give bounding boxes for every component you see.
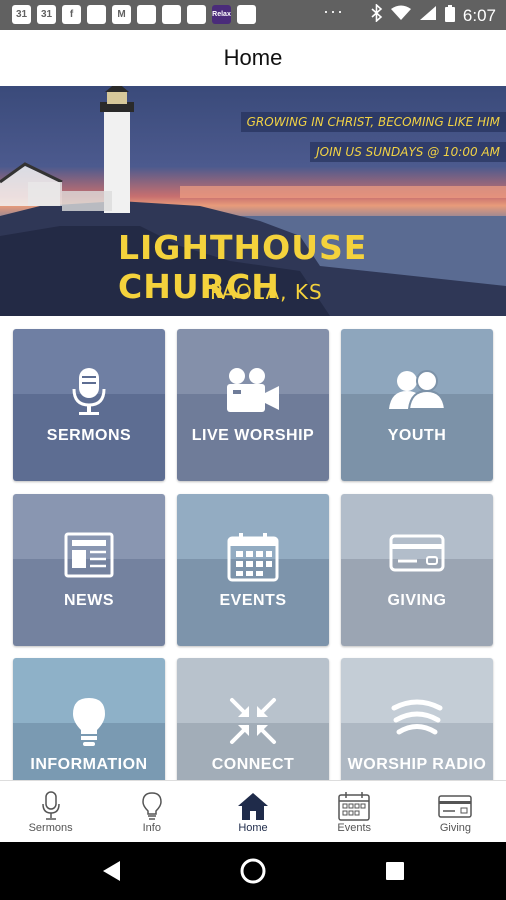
- credit-card-icon: [341, 532, 493, 572]
- tile-label: INFORMATION: [30, 756, 148, 773]
- credit-card-icon: [438, 790, 473, 822]
- nav-events[interactable]: Events: [304, 781, 405, 843]
- nav-giving[interactable]: Giving: [405, 781, 506, 843]
- notification-icons: 31 31 f M Relax: [12, 5, 256, 24]
- giving-tile[interactable]: GIVING: [341, 494, 493, 646]
- home-icon: [237, 790, 269, 822]
- home-button[interactable]: [239, 857, 267, 885]
- more-notifications-icon: ···: [323, 1, 344, 21]
- live-worship-tile[interactable]: LIVE WORSHIP: [177, 329, 329, 481]
- banner-tagline: GROWING IN CHRIST, BECOMING LIKE HIM: [240, 112, 506, 132]
- app-notification-icon: [87, 5, 106, 24]
- mail-notification-icon: M: [112, 5, 131, 24]
- nav-info[interactable]: Info: [101, 781, 202, 843]
- microphone-icon: [13, 367, 165, 417]
- lightbulb-icon: [13, 696, 165, 748]
- news-tile[interactable]: NEWS: [13, 494, 165, 646]
- nav-home[interactable]: Home: [202, 781, 303, 843]
- calendar-notification-icon: 31: [12, 5, 31, 24]
- menu-grid: SERMONS LIVE WORSHIP YOUTH NEWS EVENTS G…: [0, 316, 506, 780]
- status-bar: 31 31 f M Relax ··· 6:07: [0, 0, 506, 30]
- home-circle-icon: [240, 858, 266, 884]
- worship-radio-tile[interactable]: WORSHIP RADIO: [341, 658, 493, 780]
- back-button[interactable]: [100, 860, 124, 884]
- recents-icon: [386, 862, 404, 880]
- tile-label: CONNECT: [211, 756, 295, 773]
- tile-label: YOUTH: [387, 427, 447, 444]
- nav-sermons[interactable]: Sermons: [0, 781, 101, 843]
- recents-button[interactable]: [385, 861, 405, 881]
- status-right: 6:07: [371, 3, 496, 27]
- connect-tile[interactable]: CONNECT: [177, 658, 329, 780]
- tile-label: GIVING: [387, 592, 447, 609]
- signal-icon: [419, 5, 437, 26]
- bluetooth-icon: [371, 3, 383, 27]
- system-nav-bar: [0, 842, 506, 900]
- calendar-icon: [338, 790, 370, 822]
- nav-label: Giving: [439, 822, 471, 834]
- microphone-icon: [40, 790, 62, 822]
- nav-label: Sermons: [28, 822, 73, 834]
- events-tile[interactable]: EVENTS: [177, 494, 329, 646]
- tile-label: NEWS: [64, 592, 114, 609]
- youth-tile[interactable]: YOUTH: [341, 329, 493, 481]
- wifi-icon: [390, 5, 411, 26]
- radio-waves-icon: [341, 696, 493, 740]
- app-notification-icon: [137, 5, 156, 24]
- video-camera-icon: [177, 367, 329, 415]
- tile-label: LIVE WORSHIP: [191, 427, 315, 444]
- calendar-notification-icon: 31: [37, 5, 56, 24]
- tile-label: WORSHIP RADIO: [347, 756, 487, 773]
- people-icon: [341, 367, 493, 411]
- app-notification-icon: [162, 5, 181, 24]
- sermons-tile[interactable]: SERMONS: [13, 329, 165, 481]
- information-tile[interactable]: INFORMATION: [13, 658, 165, 780]
- facebook-notification-icon: f: [62, 5, 81, 24]
- bottom-nav: Sermons Info Home Events Giving: [0, 780, 506, 843]
- church-banner: GROWING IN CHRIST, BECOMING LIKE HIM JOI…: [0, 86, 506, 316]
- battery-icon: [444, 4, 455, 27]
- app-notification-icon: [187, 5, 206, 24]
- newspaper-icon: [13, 532, 165, 578]
- back-icon: [103, 861, 120, 881]
- nav-label: Events: [337, 822, 372, 834]
- app-bar: Home: [0, 30, 506, 87]
- lightbulb-icon: [141, 790, 163, 822]
- banner-service-time: JOIN US SUNDAYS @ 10:00 AM: [310, 142, 506, 162]
- page-title: Home: [223, 45, 283, 70]
- arrows-in-icon: [177, 696, 329, 746]
- tile-label: EVENTS: [219, 592, 287, 609]
- nav-label: Info: [142, 822, 161, 834]
- app-notification-icon: [237, 5, 256, 24]
- nav-label: Home: [238, 822, 268, 834]
- tile-label: SERMONS: [46, 427, 132, 444]
- calendar-icon: [177, 532, 329, 582]
- church-location: PAOLA, KS: [210, 280, 323, 304]
- clock: 6:07: [462, 5, 496, 25]
- relax-notification-icon: Relax: [212, 5, 231, 24]
